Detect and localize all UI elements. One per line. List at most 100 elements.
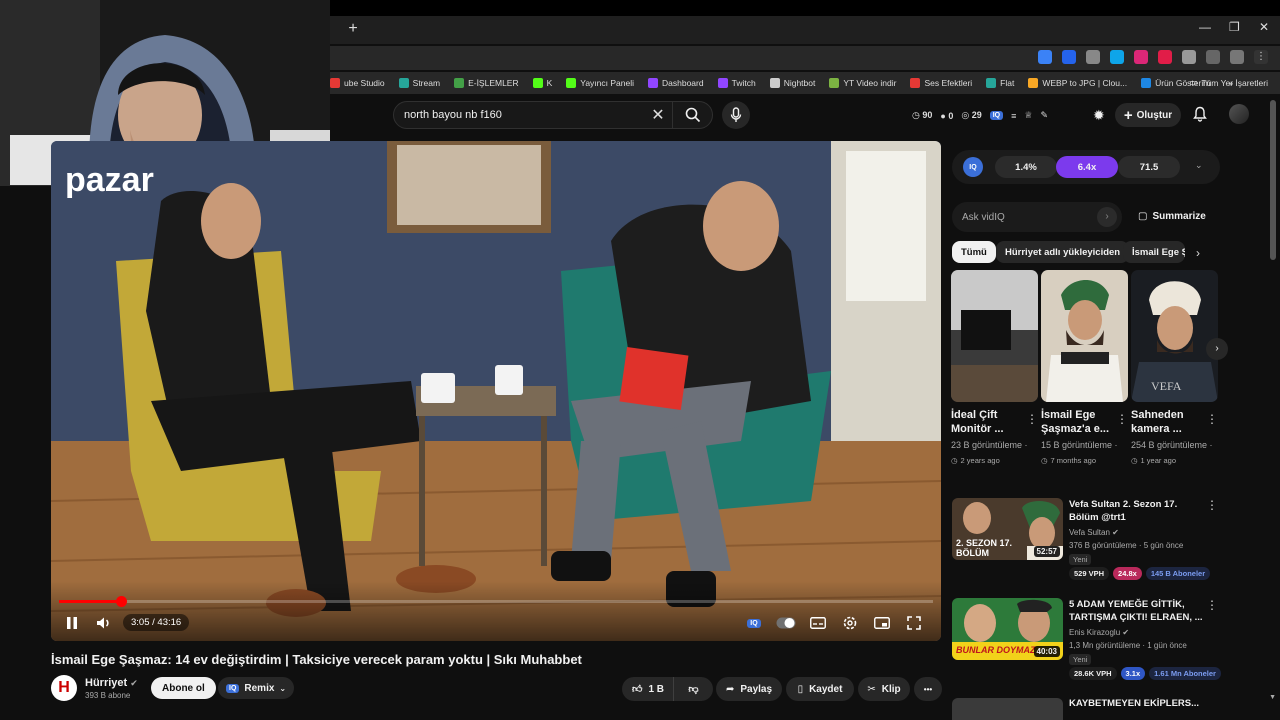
create-button[interactable]: + Oluştur <box>1115 103 1181 127</box>
bookmark-item[interactable]: Ses Efektleri <box>910 78 972 88</box>
page-scrollbar[interactable] <box>1270 100 1276 260</box>
metric-pill-highlight[interactable]: 6.4x <box>1056 156 1118 178</box>
download-icon[interactable] <box>1110 50 1124 64</box>
scroll-down-icon[interactable]: ▼ <box>1269 694 1276 701</box>
bookmark-favicon-icon <box>910 78 921 88</box>
short-item[interactable]: İdeal Çift Monitör ... 23 B görüntüleme … <box>951 270 1038 465</box>
vidiq-icon[interactable]: IQ <box>989 111 1004 120</box>
dislike-button[interactable]: 👎︎ <box>673 677 713 701</box>
volume-icon <box>97 617 109 629</box>
settings-button[interactable] <box>839 613 861 633</box>
channel-name[interactable]: Hürriyet ✔ <box>85 677 138 689</box>
gear-icon[interactable]: ✹ <box>1093 107 1105 124</box>
remix-button[interactable]: IQ Remix ⌄ <box>218 677 295 699</box>
video-thumbnail: BUNLAR DOYMAZ 40:03 <box>952 598 1063 660</box>
bookmark-item[interactable]: Dashboard <box>648 78 704 88</box>
voice-search-button[interactable] <box>722 101 750 129</box>
vidiq-logo[interactable]: IQ <box>963 157 983 177</box>
vidiq-player-button[interactable]: IQ <box>743 613 765 633</box>
clear-search-icon[interactable]: ✕ <box>644 105 672 125</box>
chip-all[interactable]: Tümü <box>952 241 996 263</box>
summarize-button[interactable]: ▢ Summarize <box>1138 211 1206 222</box>
send-arrow-icon[interactable]: › <box>1097 207 1117 227</box>
short-views: 23 B görüntüleme · <box>951 440 1028 450</box>
subscribe-button[interactable]: Abone ol <box>151 677 216 699</box>
vidiq-icon: IQ <box>226 683 240 693</box>
bookmark-item[interactable]: E-İŞLEMLER <box>454 78 519 88</box>
account-avatar[interactable] <box>1229 104 1249 124</box>
puzzle-icon[interactable] <box>1182 50 1196 64</box>
miniplayer-button[interactable] <box>871 613 893 633</box>
recommended-video[interactable]: 2. SEZON 17. BÖLÜM 52:57 Vefa Sultan 2. … <box>952 498 1224 583</box>
ask-vidiq-input[interactable]: Ask vidIQ › <box>952 202 1122 232</box>
metric-pill[interactable]: 71.5 <box>1118 156 1180 178</box>
all-bookmarks[interactable]: ▭ Tüm Yer İşaretleri <box>1189 77 1268 88</box>
minimize-button[interactable]: — <box>1199 20 1211 34</box>
menu-icon[interactable] <box>1206 50 1220 64</box>
notifications-button[interactable] <box>1192 106 1208 127</box>
video-thumbnail[interactable] <box>952 698 1063 720</box>
more-actions-button[interactable]: ••• <box>914 677 942 701</box>
miniplayer-icon <box>874 617 890 629</box>
search-button[interactable] <box>672 102 712 128</box>
share-button[interactable]: ➦ Paylaş <box>716 677 782 701</box>
video-title-partial[interactable]: KAYBETMEYEN EKİPLERS... <box>1069 698 1199 706</box>
more-options-icon[interactable]: ⋮ <box>1206 498 1218 512</box>
extension-icon[interactable] <box>1158 50 1172 64</box>
bookmark-item[interactable]: YT Video indir <box>829 78 896 88</box>
extension-icon[interactable] <box>1134 50 1148 64</box>
create-label: Oluştur <box>1136 109 1173 121</box>
bookmark-item[interactable]: WEBP to JPG | Clou... <box>1028 78 1127 88</box>
progress-bar[interactable] <box>59 596 933 607</box>
trophy-icon[interactable]: ♕ <box>1024 110 1032 121</box>
bookmark-item[interactable]: ube Studio <box>330 78 385 88</box>
bookmark-item[interactable]: Twitch <box>717 78 756 88</box>
short-item[interactable]: İsmail Ege Şaşmaz'a e... 15 B görüntülem… <box>1041 270 1128 465</box>
save-button[interactable]: ▯ Kaydet <box>786 677 854 701</box>
restore-button[interactable]: ❐ <box>1229 20 1240 34</box>
more-options-icon[interactable]: ⋮ <box>1206 412 1218 426</box>
chip-uploader[interactable]: Hürriyet adlı yükleyiciden <box>996 241 1130 263</box>
new-tab-button[interactable]: + <box>344 20 362 38</box>
clip-button[interactable]: ✂ Klip <box>858 677 910 701</box>
close-window-button[interactable]: ✕ <box>1259 20 1269 34</box>
extension-icon[interactable] <box>1062 50 1076 64</box>
video-title: Vefa Sultan 2. Sezon 17. Bölüm @trt1 <box>1069 499 1178 523</box>
bookmark-item[interactable]: Yayıncı Paneli <box>566 78 634 88</box>
profile-icon[interactable] <box>1230 50 1244 64</box>
search-box[interactable]: north bayou nb f160 ✕ <box>393 101 713 129</box>
thumbs-up-icon: 👍︎ <box>632 684 643 695</box>
subtitles-button[interactable] <box>807 613 829 633</box>
ask-vidiq-placeholder: Ask vidIQ <box>962 211 1005 223</box>
stat-views: ◷ 90 <box>912 110 933 120</box>
list-icon[interactable]: ≡ <box>1011 111 1016 121</box>
more-options-icon[interactable]: ⋮ <box>1026 412 1038 426</box>
bookmark-item[interactable]: Flat <box>986 78 1014 88</box>
chevron-down-icon[interactable]: ⌄ <box>1195 160 1203 171</box>
chevron-right-icon[interactable]: › <box>1196 246 1200 260</box>
search-input[interactable]: north bayou nb f160 <box>404 109 644 121</box>
browser-menu-icon[interactable]: ⋮ <box>1254 50 1268 64</box>
pause-button[interactable] <box>61 613 83 633</box>
camera-icon[interactable] <box>1086 50 1100 64</box>
fullscreen-button[interactable] <box>903 613 925 633</box>
bookmark-item[interactable]: Stream <box>398 78 440 88</box>
recommended-video[interactable]: BUNLAR DOYMAZ 40:03 5 ADAM YEMEĞE GİTTİK… <box>952 598 1224 683</box>
edit-icon[interactable]: ✎ <box>1040 110 1048 121</box>
chevron-right-icon[interactable]: › <box>1206 338 1228 360</box>
video-player[interactable]: pazar 3:05 / 43:16 IQ <box>51 141 941 641</box>
metric-pill[interactable]: 1.4% <box>995 156 1057 178</box>
volume-button[interactable] <box>93 613 115 633</box>
video-thumbnail: 2. SEZON 17. BÖLÜM 52:57 <box>952 498 1063 560</box>
bookmark-item[interactable]: K <box>532 78 552 88</box>
chip-related[interactable]: İsmail Ege Ş <box>1123 241 1185 263</box>
bookmark-item[interactable]: Nightbot <box>769 78 815 88</box>
time-display: 3:05 / 43:16 <box>123 614 190 631</box>
more-options-icon[interactable]: ⋮ <box>1116 412 1128 426</box>
video-title: 5 ADAM YEMEĞE GİTTİK, TARTIŞMA ÇIKTI! EL… <box>1069 599 1203 623</box>
channel-avatar[interactable]: H <box>51 675 77 701</box>
extension-icon[interactable] <box>1038 50 1052 64</box>
more-options-icon[interactable]: ⋮ <box>1206 598 1218 612</box>
autoplay-toggle[interactable] <box>775 613 797 633</box>
short-item[interactable]: VEFA Sahneden kamera ... 254 B görüntüle… <box>1131 270 1218 465</box>
